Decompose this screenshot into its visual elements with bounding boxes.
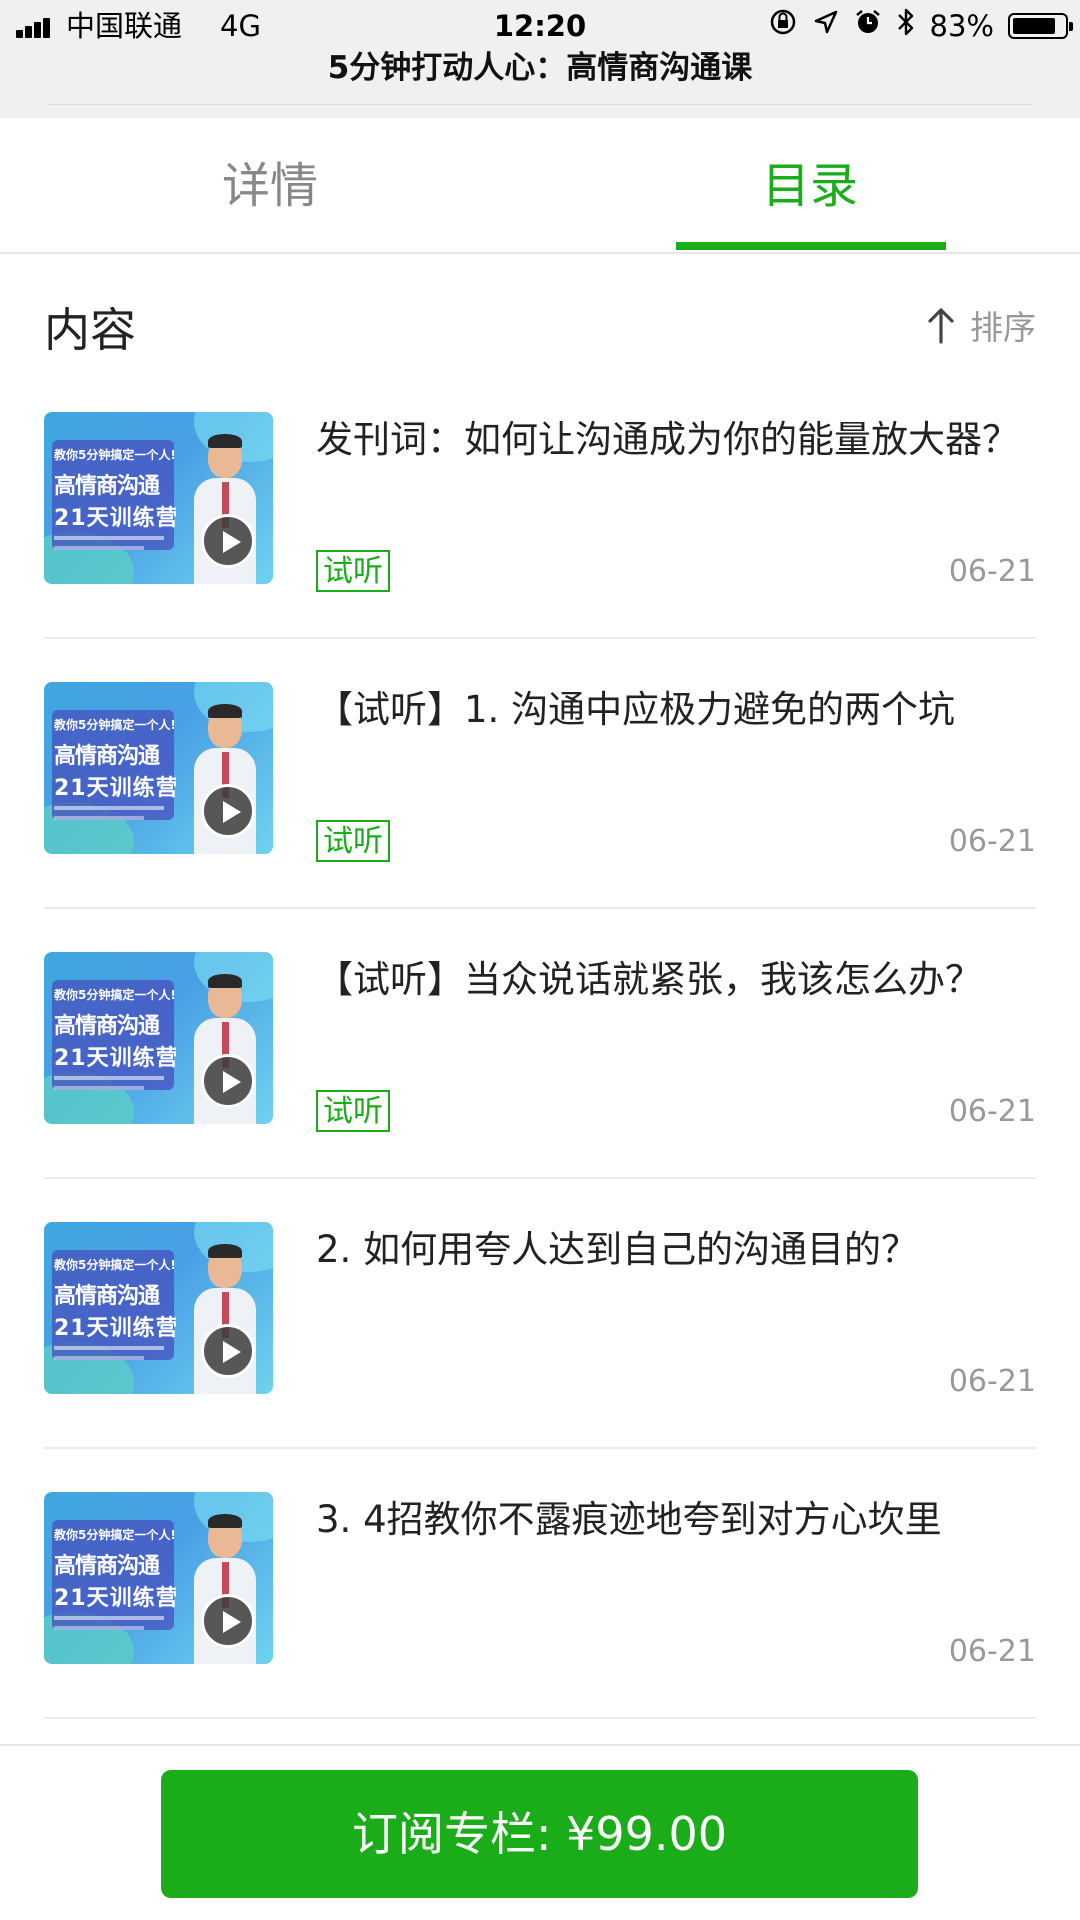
play-icon[interactable] bbox=[201, 784, 255, 838]
thumbnail-title: 高情商沟通 bbox=[54, 744, 160, 769]
bluetooth-icon bbox=[896, 7, 916, 46]
item-divider bbox=[44, 907, 1036, 909]
thumbnail-subtitle: 21天训练营 bbox=[54, 1046, 176, 1071]
lesson-date: 06-21 bbox=[948, 554, 1036, 589]
thumbnail-title: 高情商沟通 bbox=[54, 1554, 160, 1579]
sort-button[interactable]: 排序 bbox=[926, 300, 1036, 350]
thumbnail-subtitle: 21天训练营 bbox=[54, 776, 176, 801]
lesson-item[interactable]: 教你5分钟搞定一个人! 高情商沟通 21天训练营 发刊词：如何让沟通成为你的能量… bbox=[0, 412, 1080, 682]
page-title: 5分钟打动人心：高情商沟通课 bbox=[327, 50, 753, 86]
lesson-item[interactable]: 教你5分钟搞定一个人! 高情商沟通 21天训练营 【试听】当众说话就紧张，我该怎… bbox=[0, 952, 1080, 1222]
lesson-date: 06-21 bbox=[948, 1094, 1036, 1129]
thumbnail-title: 高情商沟通 bbox=[54, 474, 160, 499]
sort-label: 排序 bbox=[970, 308, 1036, 347]
lesson-thumbnail[interactable]: 教你5分钟搞定一个人! 高情商沟通 21天训练营 bbox=[44, 952, 273, 1124]
thumbnail-title: 高情商沟通 bbox=[54, 1284, 160, 1309]
tab-catalog[interactable]: 目录 bbox=[540, 118, 1080, 252]
lesson-title[interactable]: 【试听】当众说话就紧张，我该怎么办？ bbox=[316, 952, 1036, 1008]
lesson-thumbnail[interactable]: 教你5分钟搞定一个人! 高情商沟通 21天训练营 bbox=[44, 682, 273, 854]
active-tab-indicator bbox=[676, 242, 946, 250]
tab-details[interactable]: 详情 bbox=[0, 118, 540, 252]
lesson-item[interactable]: 教你5分钟搞定一个人! 高情商沟通 21天训练营 3. 4招教你不露痕迹地夸到对… bbox=[0, 1492, 1080, 1762]
lesson-title[interactable]: 发刊词：如何让沟通成为你的能量放大器？ bbox=[316, 412, 1036, 468]
thumbnail-subtitle: 21天训练营 bbox=[54, 1316, 176, 1341]
trial-badge: 试听 bbox=[316, 1090, 390, 1132]
lesson-thumbnail[interactable]: 教你5分钟搞定一个人! 高情商沟通 21天训练营 bbox=[44, 1222, 273, 1394]
section-title: 内容 bbox=[44, 303, 136, 357]
play-icon[interactable] bbox=[201, 514, 255, 568]
lesson-thumbnail[interactable]: 教你5分钟搞定一个人! 高情商沟通 21天训练营 bbox=[44, 412, 273, 584]
trial-badge: 试听 bbox=[316, 550, 390, 592]
play-icon[interactable] bbox=[201, 1594, 255, 1648]
status-icons: 83% bbox=[768, 7, 1073, 46]
lesson-date: 06-21 bbox=[948, 1364, 1036, 1399]
thumbnail-tagline: 教你5分钟搞定一个人! bbox=[54, 988, 174, 1002]
item-divider bbox=[44, 1177, 1036, 1179]
arrow-up-icon bbox=[928, 308, 954, 344]
battery-percent: 83% bbox=[929, 9, 994, 43]
location-arrow-icon bbox=[812, 8, 840, 45]
subscribe-button[interactable]: 订阅专栏: ¥99.00 bbox=[161, 1770, 918, 1898]
thumbnail-subtitle: 21天训练营 bbox=[54, 506, 176, 531]
tab-bar: 详情 目录 bbox=[0, 118, 1080, 254]
thumbnail-tagline: 教你5分钟搞定一个人! bbox=[54, 448, 174, 462]
orientation-lock-icon bbox=[768, 7, 798, 46]
status-bar: 中国联通 4G 12:20 83% bbox=[0, 0, 1080, 52]
trial-badge: 试听 bbox=[316, 820, 390, 862]
item-divider bbox=[44, 1717, 1036, 1719]
bottom-bar: 订阅专栏: ¥99.00 bbox=[0, 1744, 1080, 1920]
thumbnail-tagline: 教你5分钟搞定一个人! bbox=[54, 718, 174, 732]
lesson-title[interactable]: 3. 4招教你不露痕迹地夸到对方心坎里 bbox=[316, 1492, 1036, 1548]
alarm-icon bbox=[854, 8, 882, 45]
lesson-title[interactable]: 【试听】1. 沟通中应极力避免的两个坑 bbox=[316, 682, 1036, 738]
lesson-date: 06-21 bbox=[948, 824, 1036, 859]
thumbnail-tagline: 教你5分钟搞定一个人! bbox=[54, 1528, 174, 1542]
item-divider bbox=[44, 637, 1036, 639]
play-icon[interactable] bbox=[201, 1054, 255, 1108]
lesson-date: 06-21 bbox=[948, 1634, 1036, 1669]
thumbnail-subtitle: 21天训练营 bbox=[54, 1586, 176, 1611]
lesson-item[interactable]: 教你5分钟搞定一个人! 高情商沟通 21天训练营 2. 如何用夸人达到自己的沟通… bbox=[0, 1222, 1080, 1492]
item-divider bbox=[44, 1447, 1036, 1449]
play-icon[interactable] bbox=[201, 1324, 255, 1378]
lesson-title[interactable]: 2. 如何用夸人达到自己的沟通目的？ bbox=[316, 1222, 1036, 1278]
top-bar: 中国联通 4G 12:20 83% 5分钟打动人心：高情商沟通课 bbox=[0, 0, 1080, 118]
lesson-item[interactable]: 教你5分钟搞定一个人! 高情商沟通 21天训练营 【试听】1. 沟通中应极力避免… bbox=[0, 682, 1080, 952]
battery-icon bbox=[1008, 13, 1073, 39]
thumbnail-tagline: 教你5分钟搞定一个人! bbox=[54, 1258, 174, 1272]
title-divider bbox=[48, 104, 1032, 105]
lesson-thumbnail[interactable]: 教你5分钟搞定一个人! 高情商沟通 21天训练营 bbox=[44, 1492, 273, 1664]
thumbnail-title: 高情商沟通 bbox=[54, 1014, 160, 1039]
